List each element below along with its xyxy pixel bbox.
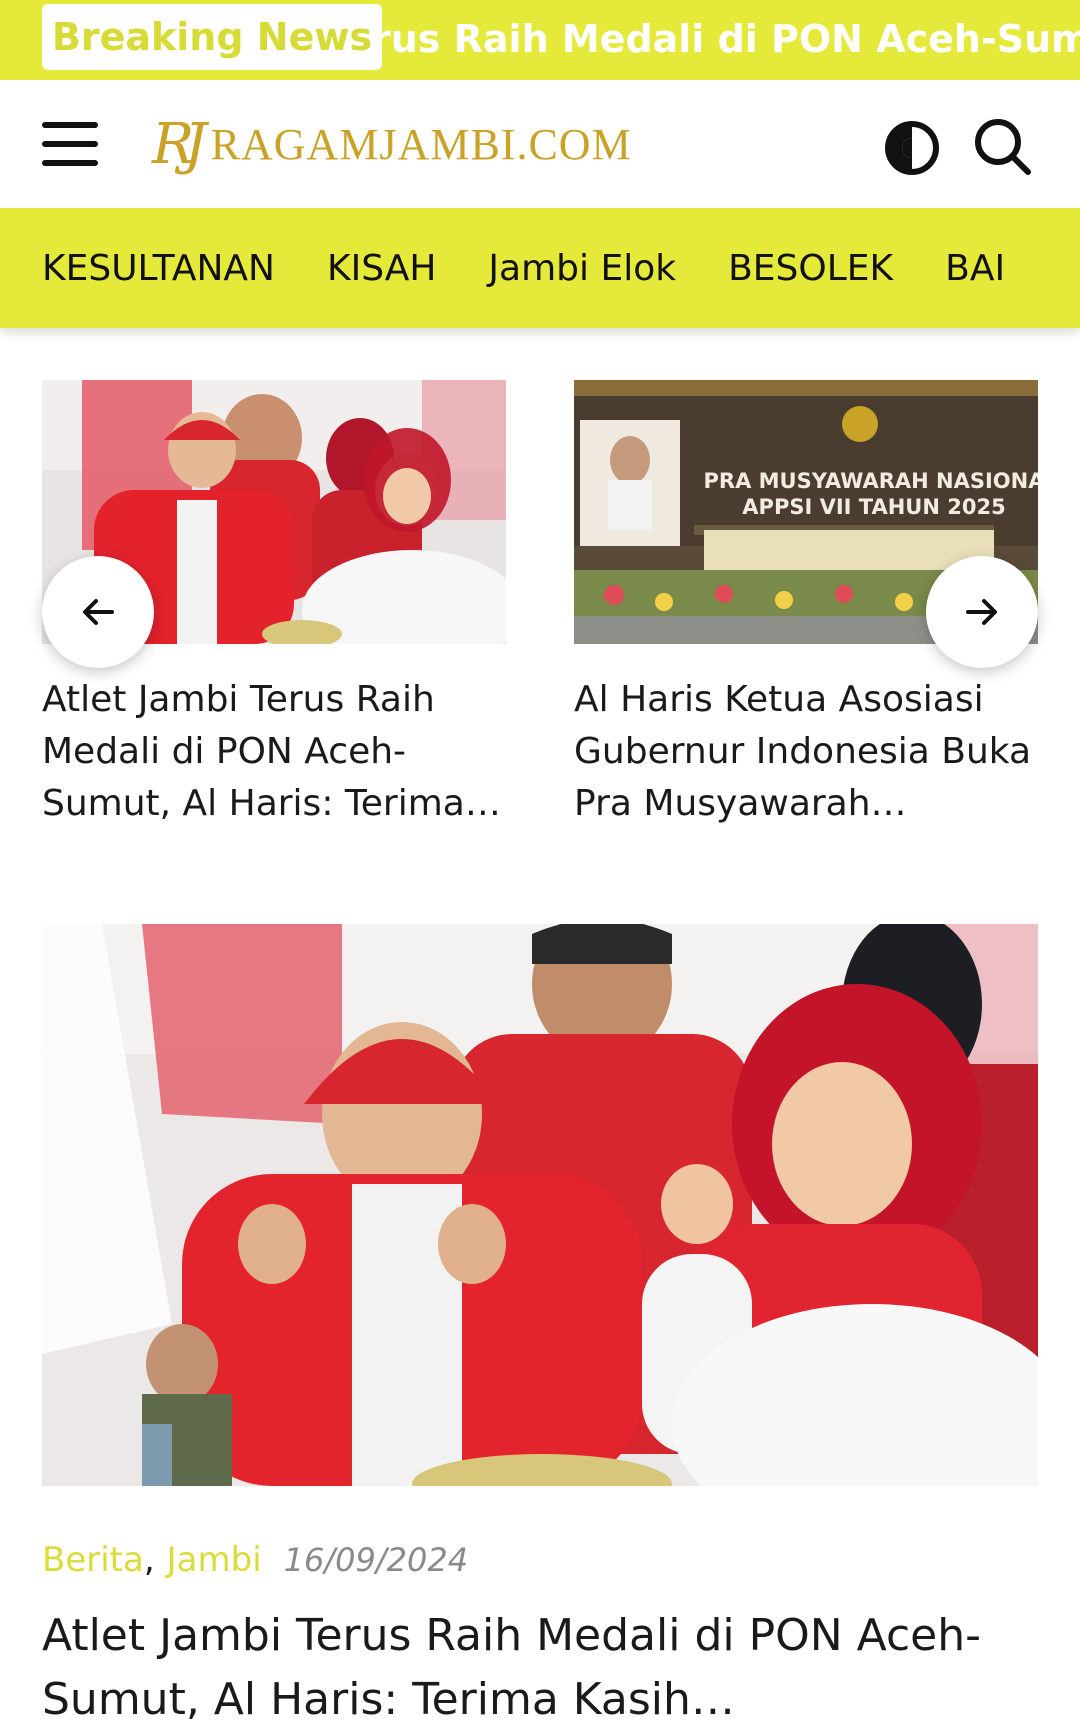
category-separator: , (143, 1540, 155, 1580)
category-link-jambi[interactable]: Jambi (167, 1540, 262, 1580)
category-kisah[interactable]: KISAH (327, 248, 436, 289)
featured-article-image[interactable] (42, 924, 1038, 1486)
carousel-card-1-title[interactable]: Atlet Jambi Terus Raih Medali di PON Ace… (42, 674, 506, 830)
search-icon[interactable] (972, 116, 1034, 178)
breaking-news-ticker[interactable]: rus Raih Medali di PON Aceh-Sumu (372, 10, 1080, 68)
category-kesultanan[interactable]: KESULTANAN (42, 248, 275, 289)
breaking-news-label: Breaking News (42, 4, 382, 70)
carousel-next-button[interactable] (926, 556, 1038, 668)
banner-line-1: PRA MUSYAWARAH NASIONA (704, 469, 1038, 493)
carousel-card-2-title[interactable]: Al Haris Ketua Asosiasi Gubernur Indones… (574, 674, 1038, 830)
hamburger-menu-icon[interactable] (42, 122, 98, 166)
site-logo[interactable]: RJ RAGAMJAMBI.COM (152, 106, 632, 182)
category-nav: KESULTANAN KISAH Jambi Elok BESOLEK BAI (0, 208, 1080, 328)
carousel-prev-button[interactable] (42, 556, 154, 668)
dark-mode-toggle-icon[interactable] (884, 120, 940, 176)
arrow-left-icon (83, 599, 114, 625)
featured-article-meta: Berita , Jambi 16/09/2024 (42, 1538, 1038, 1582)
publish-date: 16/09/2024 (283, 1541, 469, 1579)
arrow-right-icon (966, 599, 997, 625)
category-bai[interactable]: BAI (945, 248, 1005, 289)
logo-mark: RJ (152, 111, 207, 177)
breaking-news-bar: Breaking News rus Raih Medali di PON Ace… (0, 0, 1080, 80)
category-link-berita[interactable]: Berita (42, 1540, 144, 1580)
category-besolek[interactable]: BESOLEK (728, 248, 893, 289)
news-carousel: Atlet Jambi Terus Raih Medali di PON Ace… (0, 380, 1080, 840)
site-header: RJ RAGAMJAMBI.COM (0, 80, 1080, 208)
category-jambi-elok[interactable]: Jambi Elok (488, 248, 676, 289)
banner-line-2: APPSI VII TAHUN 2025 (742, 495, 1005, 519)
featured-article-headline[interactable]: Atlet Jambi Terus Raih Medali di PON Ace… (42, 1604, 1038, 1732)
logo-text: RAGAMJAMBI.COM (210, 119, 632, 169)
featured-article: Berita , Jambi 16/09/2024 Atlet Jambi Te… (42, 924, 1038, 1732)
